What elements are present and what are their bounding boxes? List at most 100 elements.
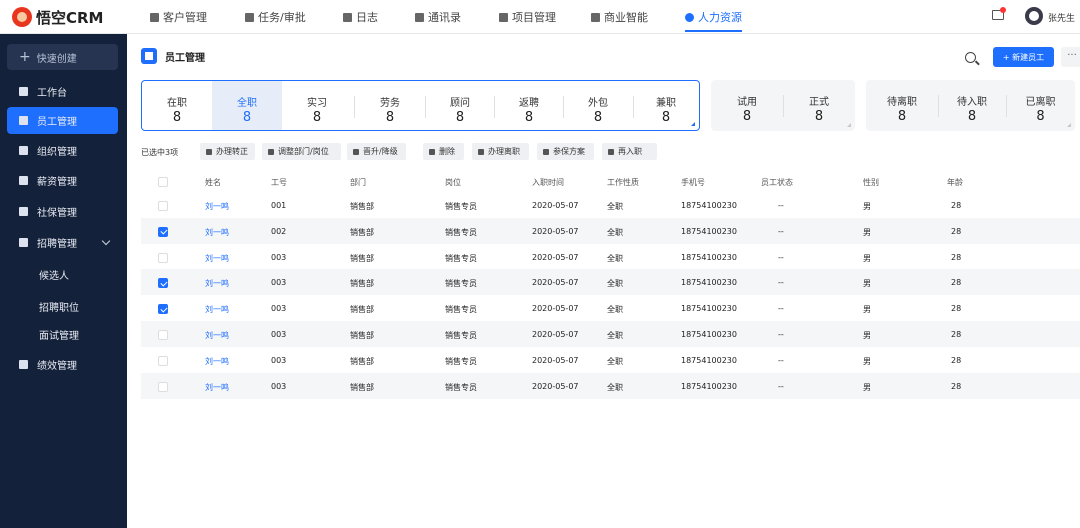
nav-task[interactable]: 任务/审批 [245, 0, 306, 34]
table-row[interactable]: 刘一鸣 002 销售部 销售专员 2020-05-07 全职 18754100230 -- 男 2… [141, 217, 1080, 244]
sidebar-item-label: 薪资管理 [37, 177, 77, 188]
user-name[interactable]: 张先生 [1048, 11, 1075, 24]
action-rehire[interactable]: 再入职 [602, 143, 657, 160]
row-checkbox[interactable] [158, 355, 168, 366]
stat-regular[interactable]: 正式 8 [783, 80, 855, 131]
cell-name[interactable]: 刘一鸣 [205, 330, 229, 341]
employment-status-card: 待离职 8 待入职 8 已离职 8 [866, 80, 1075, 131]
corner-mark-icon [1067, 123, 1071, 127]
cell-dept: 销售部 [350, 202, 374, 211]
row-checkbox[interactable] [158, 278, 168, 289]
sidebar-item-employee[interactable]: 员工管理 [7, 107, 118, 134]
action-resign[interactable]: 办理离职 [472, 143, 529, 160]
new-employee-button[interactable]: + 新建员工 [993, 47, 1054, 67]
table-row[interactable]: 刘一鸣 001 销售部 销售专员 2020-05-07 全职 18754100230 -- 男 2… [141, 192, 1080, 218]
table-row[interactable]: 刘一鸣 003 销售部 销售专员 2020-05-07 全职 18754100230 -- 男 2… [141, 269, 1080, 296]
employment-type-card: 在职 8 全职 8 实习 8 劳务 8 顾问 8 返聘 8 外包 8 兼职 8 [141, 80, 700, 131]
table-row[interactable]: 刘一鸣 003 销售部 销售专员 2020-05-07 全职 18754100230 -- 男 2… [141, 244, 1080, 270]
sidebar-item-candidates[interactable]: 候选人 [7, 261, 118, 288]
stat-labor[interactable]: 劳务 8 [355, 81, 425, 130]
stat-on-duty[interactable]: 在职 8 [142, 81, 212, 130]
cell-dept: 销售部 [350, 382, 374, 392]
sidebar-item-label: 招聘职位 [39, 303, 79, 314]
cell-name[interactable]: 刘一鸣 [205, 201, 229, 212]
stat-probation[interactable]: 试用 8 [711, 80, 783, 131]
action-delete[interactable]: 删除 [423, 143, 464, 160]
nav-contacts[interactable]: 通讯录 [415, 0, 461, 34]
column-header[interactable]: 姓名 [205, 177, 221, 188]
column-header[interactable]: 工号 [271, 177, 287, 188]
cell-name[interactable]: 刘一鸣 [205, 227, 229, 238]
app-logo[interactable]: 悟空CRM [12, 6, 104, 28]
sidebar-item-dashboard[interactable]: 工作台 [7, 78, 118, 105]
table-row[interactable]: 刘一鸣 003 销售部 销售专员 2020-05-07 全职 18754100230 -- 男 2… [141, 372, 1080, 399]
sidebar-item-interviews[interactable]: 面试管理 [7, 321, 118, 348]
sidebar-item-performance[interactable]: 绩效管理 [7, 351, 118, 378]
stat-intern[interactable]: 实习 8 [282, 81, 352, 130]
more-button[interactable]: ··· [1061, 47, 1080, 67]
nav-bi[interactable]: 商业智能 [591, 0, 648, 34]
cell-dept: 销售部 [350, 331, 374, 340]
column-header[interactable]: 性别 [863, 177, 879, 188]
column-header[interactable]: 员工状态 [761, 177, 793, 188]
table-row[interactable]: 刘一鸣 003 销售部 销售专员 2020-05-07 全职 18754100230 -- 男 2… [141, 295, 1080, 321]
stat-label: 待入职 [957, 97, 987, 108]
cell-name[interactable]: 刘一鸣 [205, 253, 229, 264]
avatar[interactable] [1025, 7, 1043, 25]
sidebar-item-job-posts[interactable]: 招聘职位 [7, 293, 118, 320]
stat-left[interactable]: 已离职 8 [1006, 80, 1075, 131]
stat-pending-onboard[interactable]: 待入职 8 [938, 80, 1006, 131]
search-icon[interactable] [965, 52, 976, 63]
salary-icon [19, 176, 28, 185]
stat-part-time[interactable]: 兼职 8 [633, 81, 699, 130]
column-header[interactable]: 部门 [350, 177, 366, 188]
row-checkbox[interactable] [158, 381, 168, 392]
action-promote[interactable]: 晋升/降级 [347, 143, 406, 160]
nav-project[interactable]: 项目管理 [499, 0, 556, 34]
row-checkbox[interactable] [158, 252, 168, 263]
row-checkbox[interactable] [158, 304, 168, 315]
sidebar-item-recruit[interactable]: 招聘管理 [7, 229, 118, 256]
sidebar-item-org[interactable]: 组织管理 [7, 137, 118, 164]
cell-name[interactable]: 刘一鸣 [205, 356, 229, 367]
nav-customer[interactable]: 客户管理 [150, 0, 207, 34]
sidebar-item-label: 绩效管理 [37, 361, 77, 372]
action-adjust-dept[interactable]: 调整部门/岗位 [262, 143, 341, 160]
cell-name[interactable]: 刘一鸣 [205, 278, 229, 289]
stat-value: 8 [385, 110, 395, 125]
stat-value: 8 [661, 110, 671, 125]
row-checkbox[interactable] [158, 226, 168, 237]
table-row[interactable]: 刘一鸣 003 销售部 销售专员 2020-05-07 全职 18754100230 -- 男 2… [141, 347, 1080, 373]
cell-name[interactable]: 刘一鸣 [205, 304, 229, 315]
stat-rehired[interactable]: 返聘 8 [494, 81, 564, 130]
nav-hr[interactable]: 人力资源 [685, 0, 742, 34]
row-checkbox[interactable] [158, 201, 168, 211]
column-header[interactable]: 入职时间 [532, 177, 564, 188]
row-checkbox[interactable] [158, 330, 168, 340]
action-confirm-regular[interactable]: 办理转正 [200, 143, 255, 160]
cell-name[interactable]: 刘一鸣 [205, 382, 229, 393]
sidebar-item-salary[interactable]: 薪资管理 [7, 167, 118, 194]
task-icon [245, 12, 254, 22]
stat-consultant[interactable]: 顾问 8 [425, 81, 495, 130]
column-header[interactable]: 手机号 [681, 177, 705, 188]
stat-full-time[interactable]: 全职 8 [212, 81, 282, 130]
nav-log[interactable]: 日志 [343, 0, 378, 34]
stat-pending-leave[interactable]: 待离职 8 [866, 80, 938, 131]
cell-gender: 男 [863, 305, 871, 315]
column-header[interactable]: 年龄 [947, 177, 963, 188]
quick-create-button[interactable]: + 快速创建 [7, 44, 118, 70]
cell-position: 销售专员 [445, 356, 477, 366]
action-insurance[interactable]: 参保方案 [537, 143, 594, 160]
select-all-checkbox[interactable] [158, 177, 168, 187]
cell-age: 28 [951, 381, 962, 391]
table-row[interactable]: 刘一鸣 003 销售部 销售专员 2020-05-07 全职 18754100230 -- 男 2… [141, 321, 1080, 347]
plus-icon: + [19, 49, 31, 65]
cell-work-type: 全职 [607, 202, 623, 211]
cell-work-type: 全职 [607, 305, 623, 315]
column-header[interactable]: 工作性质 [607, 177, 639, 188]
column-header[interactable]: 岗位 [445, 177, 461, 188]
nav-label: 人力资源 [698, 11, 742, 24]
stat-outsourced[interactable]: 外包 8 [563, 81, 633, 130]
sidebar-item-social-security[interactable]: 社保管理 [7, 198, 118, 225]
